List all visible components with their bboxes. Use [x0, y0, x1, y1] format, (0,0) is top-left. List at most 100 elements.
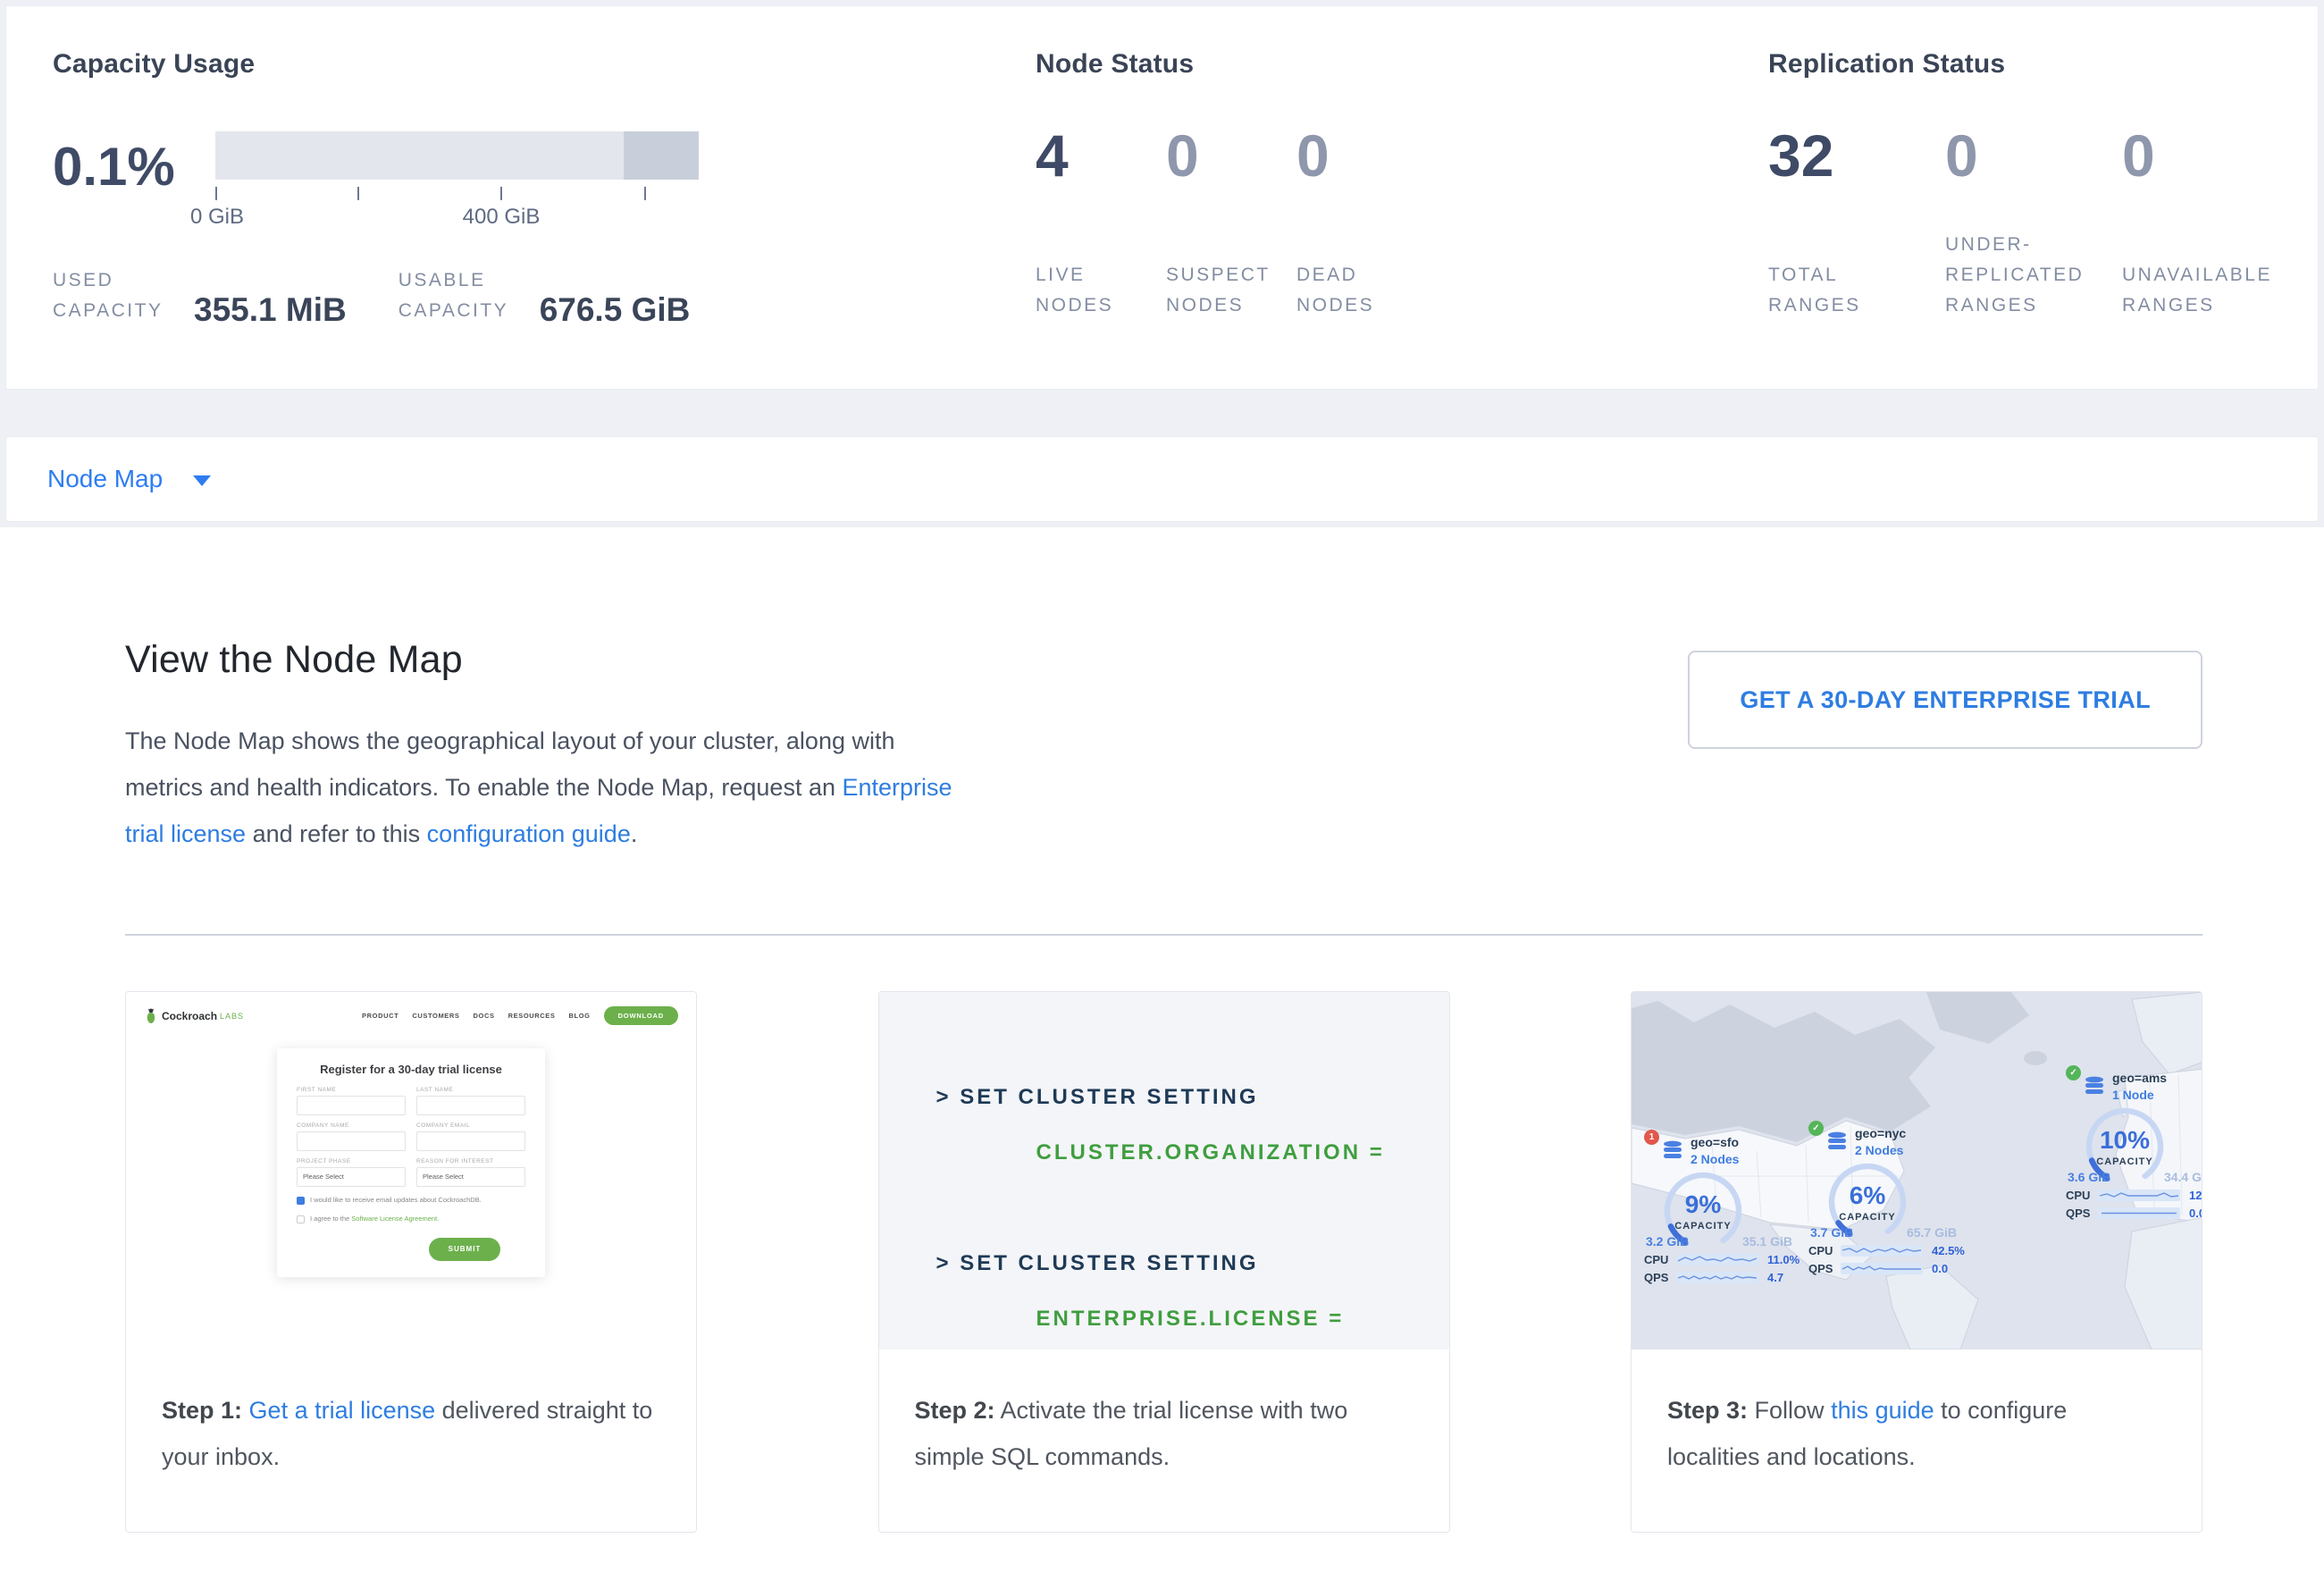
- dead-nodes-value: 0: [1296, 126, 1427, 185]
- map-cluster-nyc: geo=nyc 2 Nodes 6% CAPACITY: [1808, 1126, 1978, 1275]
- usable-capacity-label: USABLE CAPACITY: [399, 265, 516, 325]
- capacity-usage-title: Capacity Usage: [53, 49, 1036, 80]
- live-nodes-value: 4: [1036, 126, 1166, 185]
- qps-label: QPS: [1644, 1271, 1676, 1284]
- nav-docs: DOCS: [474, 1012, 495, 1020]
- qps-value: 4.7: [1767, 1271, 1783, 1284]
- capacity-percent: 6%: [1850, 1183, 1885, 1208]
- usable-capacity-metric: USABLE CAPACITY 676.5 GiB: [399, 265, 691, 325]
- node-map-preview: 1 geo=sfo 2 Nodes: [1632, 992, 2202, 1349]
- last-name-label: LAST NAME: [416, 1087, 525, 1093]
- node-count: 2 Nodes: [1691, 1152, 1739, 1166]
- step2-card: > SET CLUSTER SETTING CLUSTER.ORGANIZATI…: [878, 991, 1450, 1533]
- qps-sparkline: [1676, 1271, 1758, 1284]
- qps-label: QPS: [1808, 1262, 1841, 1275]
- node-map-description: The Node Map shows the geographical layo…: [125, 718, 974, 857]
- qps-label: QPS: [2066, 1206, 2098, 1220]
- sql-command-1: > SET CLUSTER SETTING: [936, 1085, 1449, 1110]
- chevron-down-icon[interactable]: [193, 475, 211, 486]
- qps-value: 0.0: [1932, 1262, 1948, 1275]
- map-cluster-sfo: 1 geo=sfo 2 Nodes: [1644, 1135, 1814, 1284]
- first-name-label: FIRST NAME: [297, 1087, 406, 1093]
- section-divider: [125, 934, 2202, 936]
- used-capacity-label: USED CAPACITY: [53, 265, 171, 325]
- database-icon: [1662, 1140, 1683, 1164]
- step3-label: Step 3:: [1667, 1397, 1748, 1424]
- set-cluster-setting-1: SET CLUSTER SETTING: [960, 1085, 1258, 1109]
- suspect-nodes-value: 0: [1166, 126, 1296, 185]
- under-replicated-label: UNDER-REPLICATED RANGES: [1945, 230, 2122, 321]
- map-cluster-ams: geo=ams 1 Node 10% CAPACITY: [2066, 1071, 2202, 1220]
- company-name-label: COMPANY NAME: [297, 1122, 406, 1129]
- reason-label: REASON FOR INTEREST: [416, 1158, 525, 1164]
- total-ranges-value: 32: [1768, 126, 1945, 185]
- project-phase-select: Please Select: [297, 1167, 406, 1187]
- mini-site-nav: PRODUCT CUSTOMERS DOCS RESOURCES BLOG DO…: [362, 1006, 678, 1025]
- capacity-label: CAPACITY: [2096, 1156, 2152, 1167]
- cockroach-labs-logo: Cockroach LABS: [144, 1008, 244, 1024]
- this-guide-link[interactable]: this guide: [1831, 1397, 1934, 1424]
- configuration-guide-link[interactable]: configuration guide: [427, 820, 631, 847]
- step1-label: Step 1:: [162, 1397, 242, 1424]
- page-title: View the Node Map: [125, 638, 974, 682]
- cpu-sparkline: [1676, 1253, 1758, 1266]
- cluster-organization-setting: CLUSTER.ORGANIZATION =: [936, 1140, 1449, 1165]
- description-text: The Node Map shows the geographical layo…: [125, 727, 895, 801]
- under-replicated-value: 0: [1945, 126, 2122, 185]
- cockroach-icon: [144, 1008, 158, 1024]
- nav-blog: BLOG: [569, 1012, 591, 1020]
- capacity-usage-section: Capacity Usage 0.1% 0 GiB 400 GiB: [53, 49, 1036, 389]
- set-cluster-setting-2: SET CLUSTER SETTING: [960, 1251, 1258, 1275]
- trial-license-form: Register for a 30-day trial license FIRS…: [277, 1048, 545, 1277]
- step1-card: Cockroach LABS PRODUCT CUSTOMERS DOCS RE…: [125, 991, 697, 1533]
- nav-product: PRODUCT: [362, 1012, 399, 1020]
- database-icon: [1826, 1131, 1848, 1156]
- step2-caption: Step 2: Activate the trial license with …: [879, 1349, 1449, 1480]
- license-agreement-label: I agree to the Software License Agreemen…: [310, 1215, 439, 1224]
- step3-card: 1 geo=sfo 2 Nodes: [1631, 991, 2202, 1533]
- cpu-value: 12.3%: [2189, 1189, 2202, 1202]
- dead-nodes-label: DEAD NODES: [1296, 260, 1427, 321]
- capacity-bar: 0 GiB 400 GiB: [215, 131, 699, 221]
- project-phase-label: PROJECT PHASE: [297, 1158, 406, 1164]
- used-capacity-metric: USED CAPACITY 355.1 MiB: [53, 265, 347, 325]
- node-map-promo: View the Node Map The Node Map shows the…: [0, 527, 2324, 1589]
- capacity-axis: 0 GiB 400 GiB: [215, 180, 699, 221]
- nav-customers: CUSTOMERS: [412, 1012, 459, 1020]
- submit-button: SUBMIT: [429, 1238, 500, 1261]
- description-text: .: [631, 820, 638, 847]
- capacity-percent: 0.1%: [53, 140, 203, 221]
- total-capacity: 34.4 GiB: [2164, 1170, 2202, 1184]
- get-enterprise-trial-button[interactable]: GET A 30-DAY ENTERPRISE TRIAL: [1688, 651, 2202, 749]
- download-button: DOWNLOAD: [604, 1006, 678, 1025]
- company-name-field: [297, 1131, 406, 1151]
- total-capacity: 65.7 GiB: [1907, 1225, 1957, 1240]
- replication-status-section: Replication Status 32 0 0 TOTAL RANGES U…: [1768, 49, 2318, 389]
- total-capacity: 35.1 GiB: [1742, 1234, 1792, 1248]
- healthy-badge-icon: [1808, 1121, 1824, 1136]
- software-license-link: Software License Agreement.: [351, 1215, 439, 1223]
- healthy-badge-icon: [2066, 1065, 2081, 1080]
- email-updates-checkbox: [297, 1197, 305, 1205]
- capacity-bar-usable: [215, 131, 624, 180]
- enterprise-license-setting: ENTERPRISE.LICENSE =: [936, 1307, 1449, 1332]
- cpu-sparkline: [1841, 1244, 1923, 1257]
- usable-capacity-value: 676.5 GiB: [540, 291, 691, 329]
- first-name-field: [297, 1096, 406, 1115]
- capacity-bar-reserved: [624, 131, 699, 180]
- unavailable-ranges-label: UNAVAILABLE RANGES: [2122, 260, 2299, 321]
- prompt-icon: >: [936, 1085, 961, 1109]
- email-updates-label: I would like to receive email updates ab…: [310, 1196, 482, 1206]
- sql-command-2: > SET CLUSTER SETTING: [936, 1251, 1449, 1276]
- database-icon: [2084, 1076, 2105, 1100]
- get-trial-license-link[interactable]: Get a trial license: [249, 1397, 436, 1424]
- company-email-label: COMPANY EMAIL: [416, 1122, 525, 1129]
- capacity-label: CAPACITY: [1674, 1221, 1731, 1232]
- last-name-field: [416, 1096, 525, 1115]
- node-map-dropdown[interactable]: Node Map: [47, 465, 163, 493]
- used-capacity: 3.2 GiB: [1646, 1234, 1689, 1248]
- step1-pre: [242, 1397, 249, 1424]
- nav-resources: RESOURCES: [508, 1012, 556, 1020]
- company-email-field: [416, 1131, 525, 1151]
- cpu-value: 42.5%: [1932, 1244, 1965, 1257]
